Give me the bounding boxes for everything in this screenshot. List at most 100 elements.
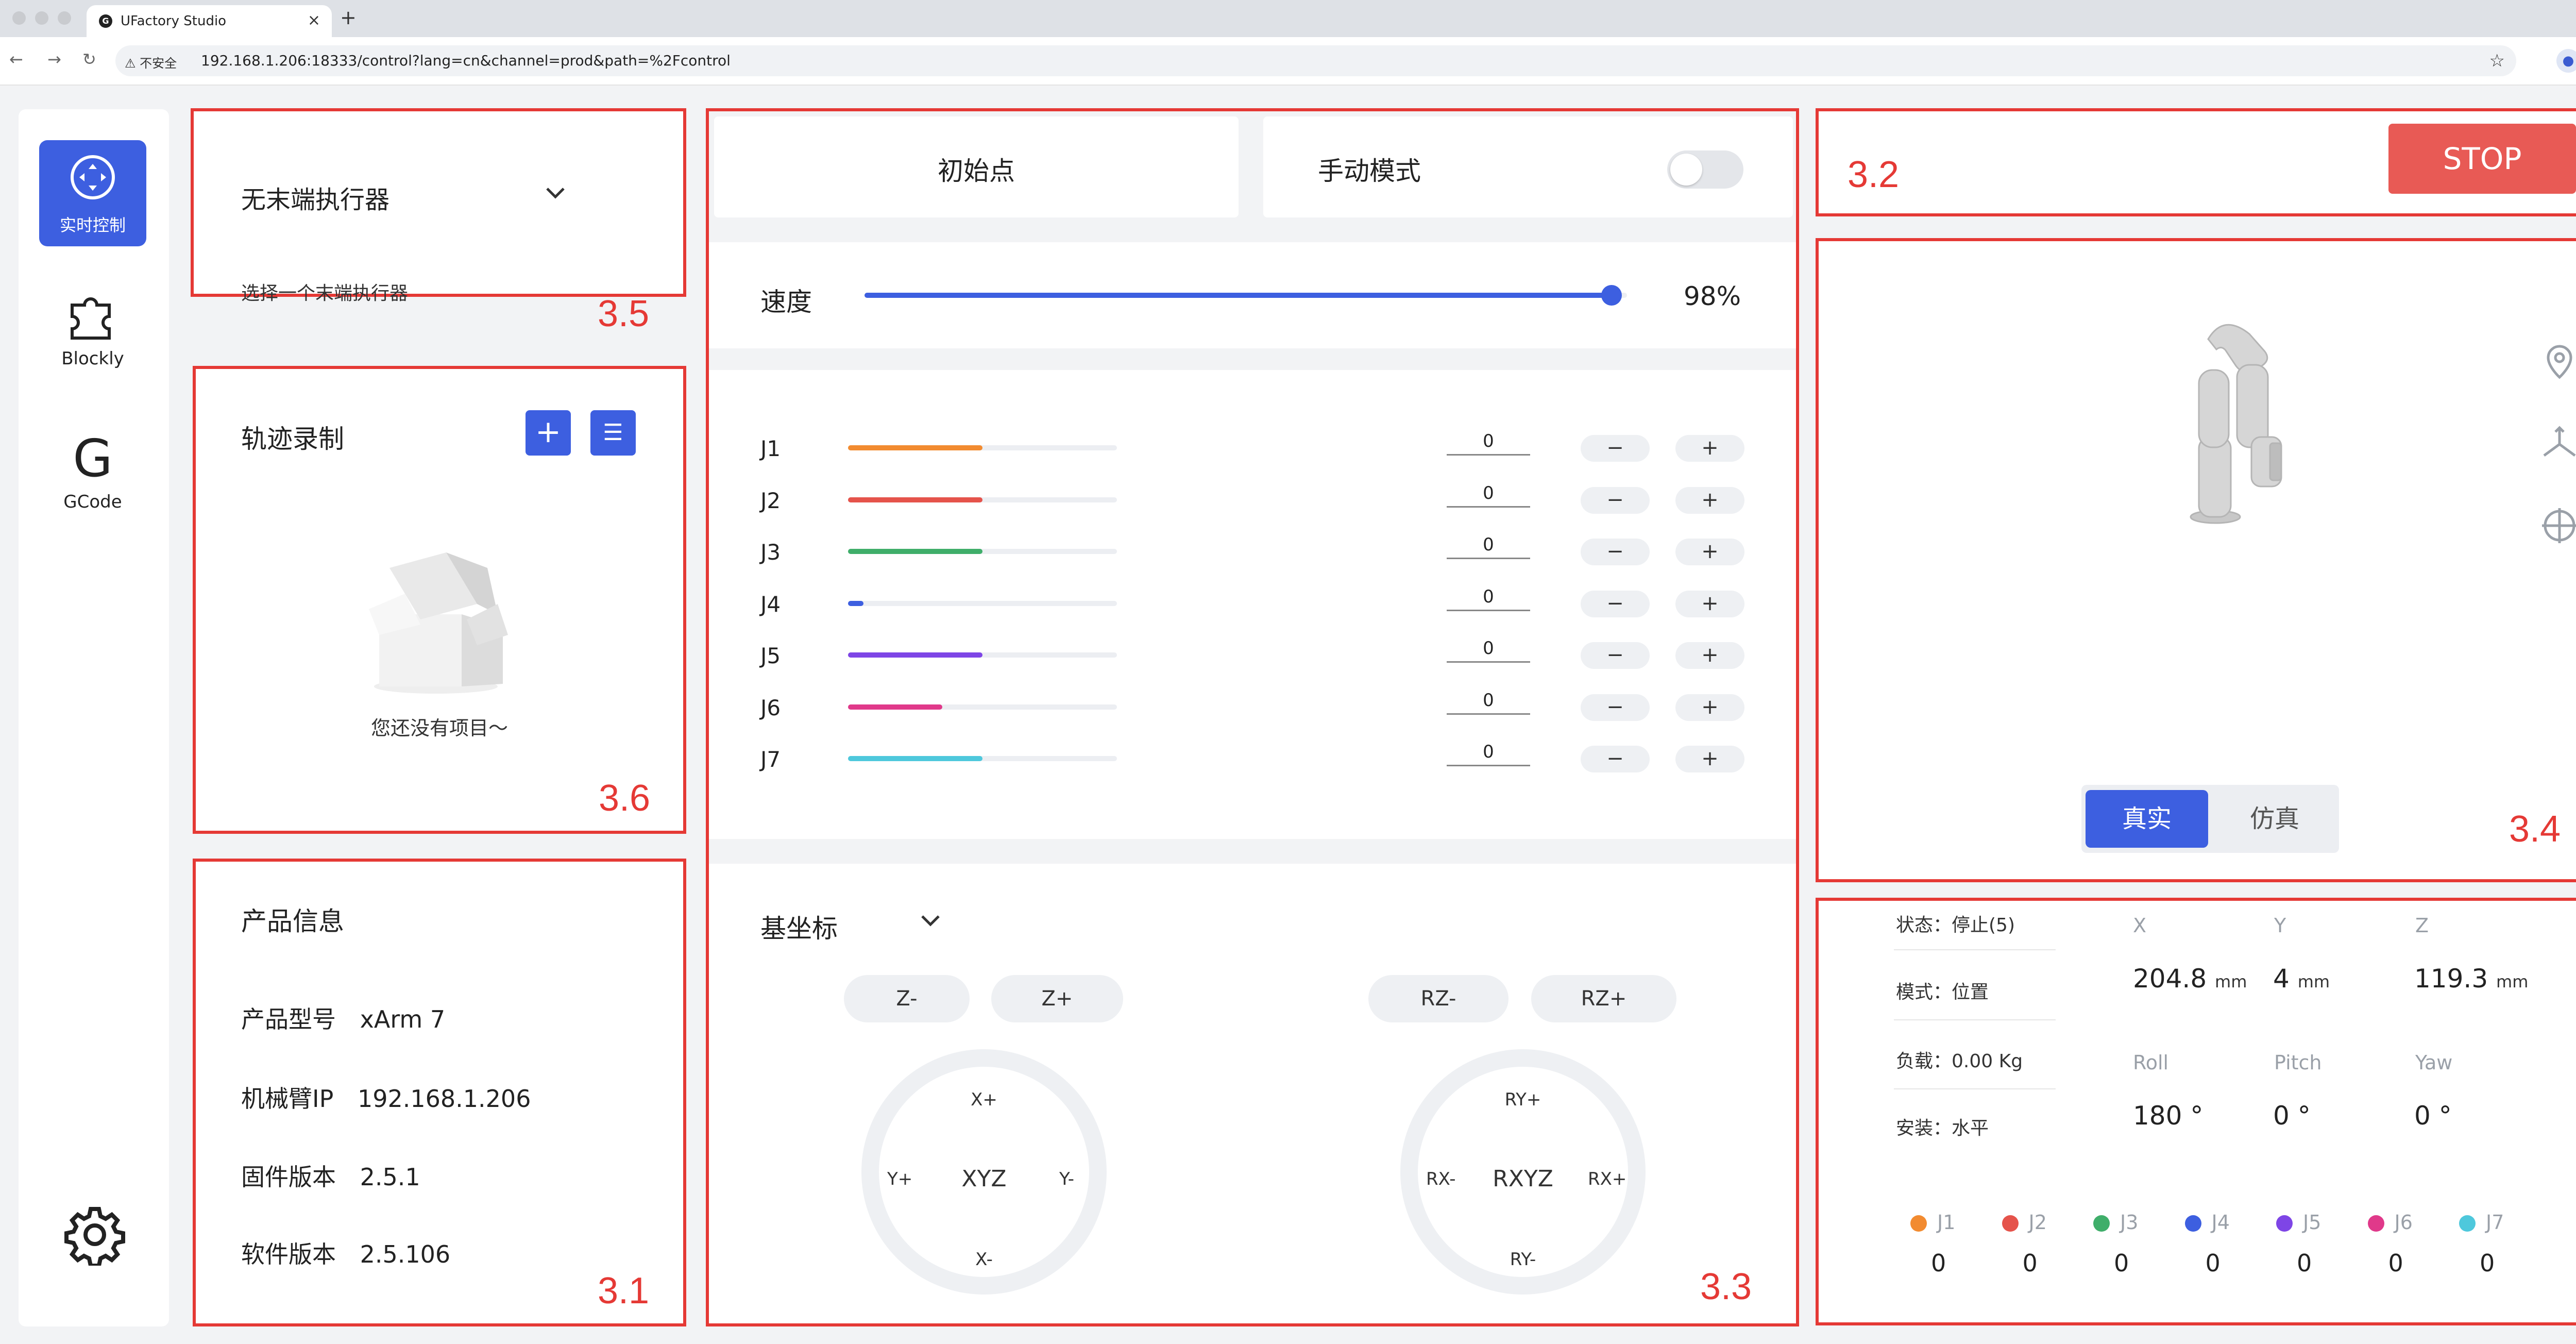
joint-increment-button[interactable]: + (1675, 486, 1744, 514)
sidebar: 实时控制 Blockly G GCode (19, 109, 169, 1326)
speed-slider-handle[interactable] (1601, 285, 1622, 306)
firmware-version-row: 固件版本 2.5.1 (241, 1158, 420, 1192)
joint-status-label: J3 (2120, 1211, 2139, 1234)
joint-decrement-button[interactable]: − (1581, 642, 1650, 669)
joint-status-label: J6 (2394, 1211, 2413, 1234)
crosshair-icon[interactable] (2540, 506, 2576, 545)
joint-decrement-button[interactable]: − (1581, 539, 1650, 565)
annotation-tag: 3.5 (598, 293, 650, 334)
window-minimize-dot[interactable] (35, 11, 48, 25)
add-trajectory-button[interactable]: + (526, 410, 571, 456)
trajectory-list-button[interactable]: ☰ (590, 410, 636, 456)
forward-arrow-icon[interactable]: → (47, 49, 61, 69)
robot-arm-model[interactable] (2179, 308, 2303, 530)
joint-label: J1 (760, 436, 781, 461)
end-effector-select[interactable]: 无末端执行器 (241, 179, 389, 215)
joint-angle-input[interactable]: 0 (1447, 638, 1530, 663)
product-info-panel: 产品信息 产品型号 xArm 7 机械臂IP 192.168.1.206 固件版… (193, 859, 686, 1326)
omnibox[interactable]: ⚠ 不安全 192.168.1.206:18333/control?lang=c… (115, 45, 2516, 76)
sidebar-item-realtime-control[interactable]: 实时控制 (39, 140, 146, 246)
rxyz-center-label: RXYZ (1493, 1166, 1553, 1192)
joint-increment-button[interactable]: + (1675, 642, 1744, 669)
joint-status-label: J4 (2211, 1211, 2230, 1234)
coordinate-select[interactable]: 基坐标 (760, 908, 838, 945)
joint-slider-track[interactable] (848, 549, 1117, 554)
joint-decrement-button[interactable]: − (1581, 746, 1650, 772)
joint-increment-button[interactable]: + (1675, 694, 1744, 721)
joint-status-label: J1 (1937, 1211, 1956, 1234)
joint-label: J2 (760, 488, 781, 513)
axes-view-icon[interactable] (2540, 424, 2576, 463)
rz-minus-button[interactable]: RZ- (1368, 975, 1509, 1022)
url-text[interactable]: 192.168.1.206:18333/control?lang=cn&chan… (201, 52, 731, 69)
joint-angle-input[interactable]: 0 (1447, 690, 1530, 715)
window-zoom-dot[interactable] (58, 11, 71, 25)
joint-slider-track[interactable] (848, 704, 1117, 710)
home-position-card[interactable]: 初始点 (714, 116, 1239, 217)
toggle-knob (1670, 154, 1702, 186)
joint-color-dot (2459, 1215, 2476, 1232)
joint-slider-track[interactable] (848, 652, 1117, 658)
joint-decrement-button[interactable]: − (1581, 435, 1650, 462)
speed-label: 速度 (760, 287, 812, 317)
location-pin-icon[interactable] (2540, 342, 2576, 381)
joint-angle-input[interactable]: 0 (1447, 742, 1530, 766)
speed-slider-track[interactable] (865, 285, 1627, 306)
manual-mode-toggle[interactable] (1667, 150, 1743, 189)
joint-increment-button[interactable]: + (1675, 590, 1744, 617)
joint-decrement-button[interactable]: − (1581, 694, 1650, 721)
joint-increment-button[interactable]: + (1675, 746, 1744, 772)
rxyz-jog-ring[interactable]: RY+ RY- RX- RX+ RXYZ (1400, 1049, 1646, 1295)
x-minus-button[interactable]: X- (879, 1249, 1089, 1270)
joint-slider-track[interactable] (848, 600, 1117, 606)
joint-status-label: J2 (2028, 1211, 2047, 1234)
new-tab-button[interactable]: + (340, 6, 357, 29)
joint-decrement-button[interactable]: − (1581, 590, 1650, 617)
joint-status-value: 0 (2480, 1249, 2495, 1277)
yaw-header: Yaw (2415, 1051, 2453, 1074)
sidebar-item-blockly[interactable]: Blockly (39, 290, 146, 369)
chevron-down-icon[interactable] (919, 913, 942, 929)
joint-decrement-button[interactable]: − (1581, 486, 1650, 514)
joint-angle-input[interactable]: 0 (1447, 431, 1530, 456)
joint-status-value: 0 (2388, 1249, 2403, 1277)
stop-button[interactable]: STOP (2388, 124, 2576, 194)
ry-minus-button[interactable]: RY- (1418, 1249, 1628, 1270)
real-mode-button[interactable]: 真实 (2086, 790, 2208, 848)
rz-plus-button[interactable]: RZ+ (1531, 975, 1676, 1022)
reload-icon[interactable]: ↻ (82, 49, 96, 69)
joint-color-dot (2184, 1215, 2201, 1232)
joint-slider-track[interactable] (848, 445, 1117, 450)
profile-avatar-icon[interactable]: ● (2556, 49, 2576, 73)
window-close-dot[interactable] (12, 11, 26, 25)
ry-plus-button[interactable]: RY+ (1418, 1089, 1628, 1110)
browser-tab[interactable]: G UFactory Studio × (87, 5, 332, 37)
x-plus-button[interactable]: X+ (879, 1089, 1089, 1110)
tab-close-icon[interactable]: × (308, 11, 320, 29)
joint-increment-button[interactable]: + (1675, 435, 1744, 462)
back-arrow-icon[interactable]: ← (9, 49, 23, 69)
end-effector-hint: 选择一个末端执行器 (241, 283, 409, 304)
z-minus-button[interactable]: Z- (844, 975, 970, 1022)
joint-slider-track[interactable] (848, 756, 1117, 761)
joint-status-value: 0 (1931, 1249, 1946, 1277)
z-plus-button[interactable]: Z+ (991, 975, 1123, 1022)
joint-slider-fill (848, 445, 982, 450)
xyz-jog-ring[interactable]: X+ X- Y+ Y- XYZ (861, 1049, 1107, 1295)
joint-row: J3 0 − + (709, 534, 1796, 570)
chevron-down-icon[interactable] (544, 186, 567, 201)
joint-slider-track[interactable] (848, 497, 1117, 502)
bookmark-star-icon[interactable]: ☆ (2489, 51, 2505, 71)
sidebar-item-label: Blockly (61, 348, 124, 369)
sim-mode-button[interactable]: 仿真 (2213, 790, 2336, 848)
joint-increment-button[interactable]: + (1675, 539, 1744, 565)
insecure-badge[interactable]: ⚠ 不安全 (125, 53, 177, 71)
joint-color-dot (2093, 1215, 2110, 1232)
joint-angle-input[interactable]: 0 (1447, 483, 1530, 508)
joint-row: J5 0 − + (709, 638, 1796, 674)
joint-angle-input[interactable]: 0 (1447, 586, 1530, 611)
joint-slider-fill (848, 549, 982, 554)
joint-angle-input[interactable]: 0 (1447, 534, 1530, 559)
sidebar-item-gcode[interactable]: G GCode (39, 433, 146, 513)
gear-icon[interactable] (64, 1204, 126, 1266)
